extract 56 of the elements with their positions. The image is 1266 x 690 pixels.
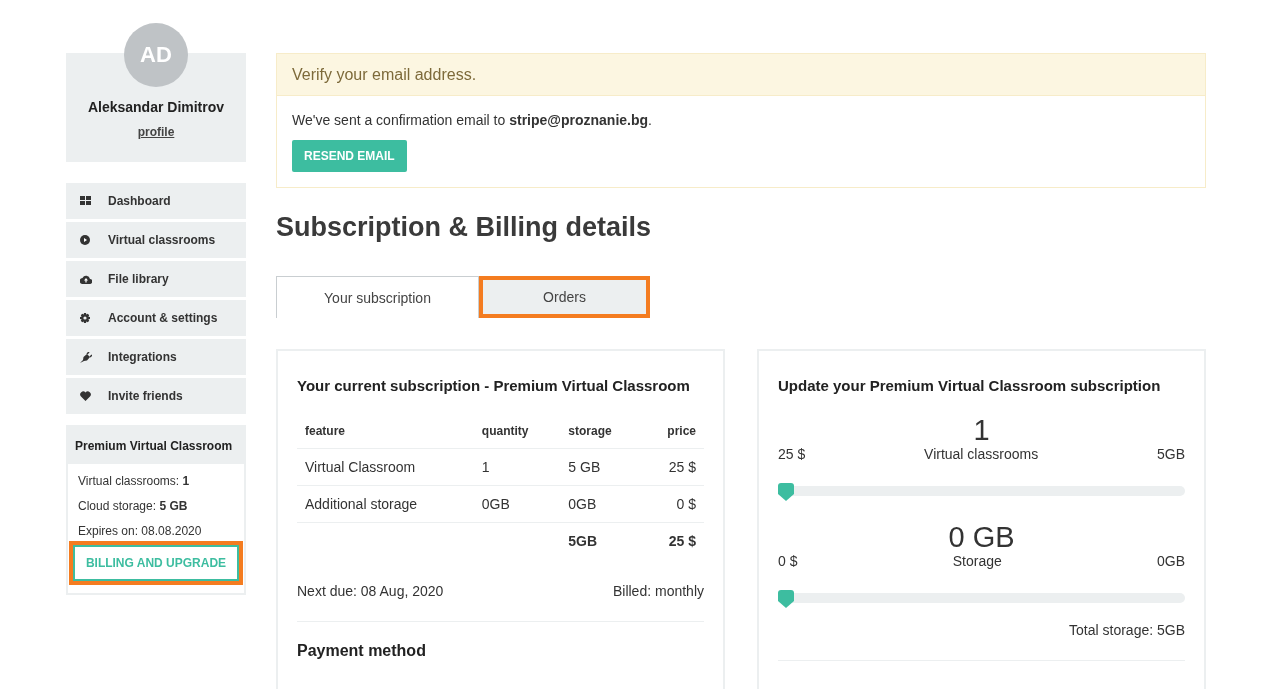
nav-item[interactable]: Invite friends	[66, 378, 246, 414]
table-cell: 25 $	[642, 448, 704, 486]
slider[interactable]	[778, 483, 1185, 501]
table-cell: 0GB	[560, 485, 643, 523]
plug-icon	[80, 351, 92, 363]
table-cell: 5GB	[560, 522, 643, 559]
nav-item[interactable]: Virtual classrooms	[66, 222, 246, 258]
column-header: feature	[297, 424, 474, 449]
plan-detail: Virtual classrooms: 1	[78, 474, 191, 488]
section-title: Payment method	[297, 642, 427, 660]
table-cell: Virtual Classroom	[297, 448, 474, 486]
nav-item[interactable]: Account & settings	[66, 300, 246, 336]
gear-icon	[80, 313, 90, 323]
page-title: Subscription & Billing details	[276, 212, 653, 243]
price-text: 25 $	[778, 446, 806, 462]
billed-text: Billed: monthly	[612, 583, 704, 599]
slider-thumb[interactable]	[778, 590, 794, 608]
grid-icon	[80, 196, 91, 206]
card-title: Update your Premium Virtual Classroom subscription	[778, 377, 1162, 394]
nav-item[interactable]: File library	[66, 261, 246, 297]
plan-title: Premium Virtual Classroom	[68, 427, 244, 464]
storage-text: 0GB	[1157, 553, 1185, 569]
play-circle-icon	[80, 235, 90, 245]
tab[interactable]: Your subscription	[276, 276, 479, 318]
alert-title: Verify your email address.	[277, 54, 1205, 96]
slider[interactable]	[778, 590, 1185, 608]
cloud-upload-icon	[80, 274, 92, 284]
table-cell: 0 $	[642, 485, 704, 523]
table-cell: 1	[473, 448, 561, 486]
card-title: Your current subscription - Premium Virtual Classroom	[297, 377, 691, 394]
slider-value: 0 GB	[948, 521, 1015, 553]
slider-value: 1	[973, 414, 990, 446]
avatar: AD	[124, 23, 188, 87]
heart-icon	[80, 391, 91, 401]
profile-link[interactable]: profile	[137, 125, 175, 139]
table-cell: Additional storage	[297, 485, 474, 523]
plan-detail: Expires on: 08.08.2020	[78, 524, 203, 538]
alert-message: We've sent a confirmation email to stripe@proznanie.bg.	[292, 112, 653, 128]
table-cell: 0GB	[473, 485, 561, 523]
column-header: storage	[560, 424, 643, 449]
nav-item[interactable]: Integrations	[66, 339, 246, 375]
column-header: quantity	[473, 424, 561, 449]
total-storage-text: Total storage: 5GB	[1069, 622, 1185, 638]
table-cell: 25 $	[642, 522, 704, 559]
user-name: Aleksandar Dimitrov	[87, 99, 225, 115]
price-text: 0 $	[778, 553, 798, 569]
storage-text: 5GB	[1156, 446, 1185, 462]
tab[interactable]: Orders	[479, 276, 650, 318]
plan-detail: Cloud storage: 5 GB	[78, 499, 189, 513]
table-cell: 5 GB	[560, 448, 643, 486]
column-header: price	[642, 424, 704, 449]
nav-item[interactable]: Dashboard	[66, 183, 246, 219]
next-due-text: Next due: 08 Aug, 2020	[297, 583, 444, 599]
slider-label: Virtual classrooms	[924, 446, 1039, 462]
slider-thumb[interactable]	[778, 483, 794, 501]
slider-label: Storage	[952, 553, 1002, 569]
